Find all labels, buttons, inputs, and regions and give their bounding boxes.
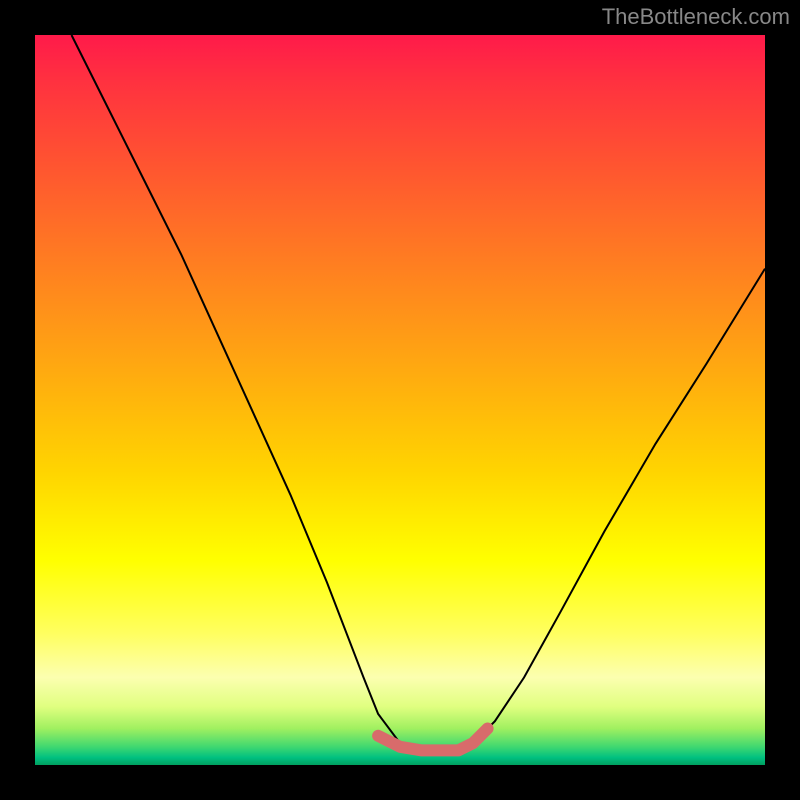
chart-container: TheBottleneck.com bbox=[0, 0, 800, 800]
watermark-text: TheBottleneck.com bbox=[602, 4, 790, 30]
highlight-segment bbox=[378, 729, 488, 751]
chart-svg bbox=[35, 35, 765, 765]
bottleneck-curve bbox=[72, 35, 766, 750]
